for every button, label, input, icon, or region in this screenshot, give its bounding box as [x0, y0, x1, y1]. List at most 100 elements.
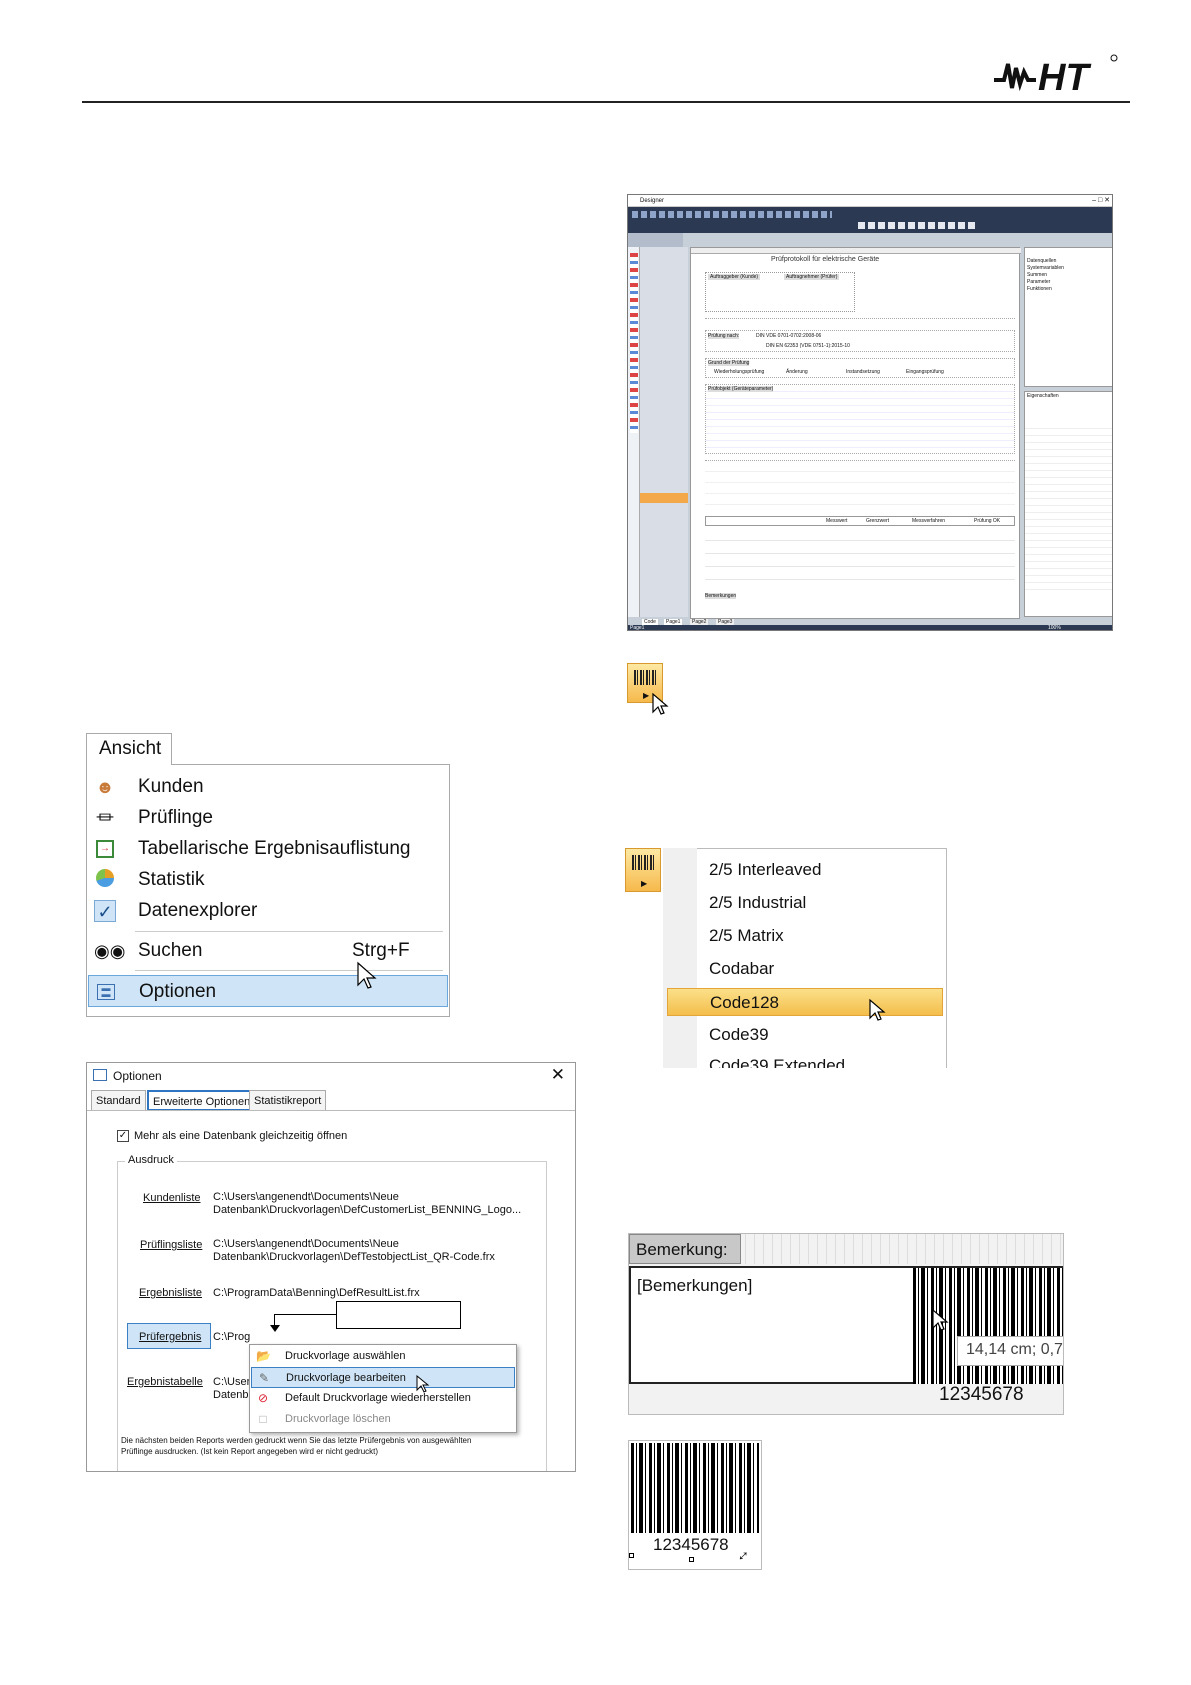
data-tree[interactable]: Datenquellen Systemvariablen Summen Para… [1027, 258, 1064, 293]
resize-handle[interactable] [689, 1557, 694, 1562]
link-ergebnistabelle[interactable]: Ergebnistabelle [127, 1376, 203, 1388]
barcode-type-menu: ▶ 2/5 Interleaved 2/5 Industrial 2/5 Mat… [625, 848, 947, 1068]
logo-text: HT [1038, 57, 1091, 99]
barcode-option[interactable]: Codabar [667, 955, 943, 983]
barcode-number: 12345678 [939, 1384, 1024, 1405]
mouse-cursor-icon [357, 961, 377, 989]
header-cell: Messverfahren [912, 518, 946, 524]
link-pruflingsliste[interactable]: Prüflingsliste [140, 1239, 202, 1251]
report-title: Prüfprotokoll für elektrische Geräte [771, 256, 880, 263]
footer-line: Die nächsten beiden Reports werden gedru… [121, 1436, 472, 1445]
header-cell: Prüfung OK [974, 518, 1001, 524]
ht-logo: HT [992, 54, 1118, 99]
ansicht-dropdown: ☻ Kunden ⏛ Prüflinge → Tabellarische Erg… [86, 764, 450, 1017]
menu-separator [135, 931, 443, 932]
bemerkungen-band: Bemerkungen [705, 593, 737, 599]
resize-handle[interactable] [629, 1553, 634, 1558]
properties-panel: Eigenschaften [1024, 391, 1112, 617]
barcode-tool-button[interactable]: ▶ [625, 848, 661, 892]
barcode-option-selected[interactable]: Code128 [667, 988, 943, 1016]
grund-label: Grund der Prüfung [708, 360, 750, 366]
link-ergebnisliste[interactable]: Ergebnisliste [139, 1287, 202, 1299]
barcode-option[interactable]: Code39 Extended [667, 1052, 943, 1068]
tab-statistikreport[interactable]: Statistikreport [249, 1090, 327, 1111]
ansicht-tab[interactable]: Ansicht [86, 733, 172, 765]
barcode-option[interactable]: Code39 [667, 1021, 943, 1049]
multi-db-checkbox[interactable]: ✓ [117, 1130, 129, 1142]
expand-arrow-icon: ▶ [641, 879, 648, 888]
designer-titlebar: Designer – □ ✕ [628, 195, 1112, 207]
tree-item[interactable]: Parameter [1027, 279, 1064, 286]
dialog-footer-note: Die nächsten beiden Reports werden gedru… [121, 1435, 471, 1457]
menu-item-suchen[interactable]: ◉◉ Suchen Strg+F [88, 935, 448, 967]
path-pruefergebnis: C:\Prog [213, 1331, 251, 1343]
tree-item[interactable]: Systemvariablen [1027, 265, 1064, 272]
path-pruflingsliste: C:\Users\angenendt\Documents\Neue Datenb… [213, 1238, 495, 1264]
menu-item-pruflinge[interactable]: ⏛ Prüflinge [88, 802, 448, 834]
bemerkung-field[interactable]: [Bemerkungen] 14,14 cm; 0,7 [629, 1266, 1063, 1384]
menu-item-kunden[interactable]: ☻ Kunden [88, 771, 448, 803]
toolbar-icons[interactable] [858, 222, 978, 229]
tree-item[interactable]: Funktionen [1027, 286, 1064, 293]
ctx-item-edit[interactable]: ✎ Druckvorlage bearbeiten [251, 1367, 515, 1388]
group-title: Ausdruck [125, 1154, 177, 1166]
plug-icon: ⏛ [96, 808, 114, 828]
path-line: Datenb [213, 1389, 249, 1401]
order-row [705, 318, 1015, 326]
menu-item-optionen[interactable]: ▬ ▬ Optionen [88, 975, 448, 1007]
band-selected[interactable] [640, 493, 688, 503]
grund-option: Wiederholungsprüfung [714, 369, 765, 375]
norm-block: Prüfung nach: DIN VDE 0701-0702:2008-06 … [705, 330, 1015, 352]
menu-item-datenexplorer[interactable]: ✓ Datenexplorer [88, 895, 448, 927]
barcode-number: 12345678 [653, 1535, 729, 1554]
barcode-object[interactable]: 12345678 ↕ [628, 1440, 762, 1570]
bemerkung-header[interactable]: Bemerkung: [629, 1234, 741, 1264]
no-entry-icon: ⊘ [257, 1391, 269, 1405]
link-pruefergebnis[interactable]: Prüfergebnis [139, 1331, 201, 1343]
party-block: Auftraggeber (Kunde) Auftragnehmer (Prüf… [705, 272, 855, 312]
properties-title: Eigenschaften [1027, 393, 1059, 399]
toolbox-icons[interactable] [630, 253, 638, 433]
barcode-graphic [631, 1443, 759, 1533]
grund-option: Eingangsprüfung [906, 369, 944, 375]
data-tree-panel: Datenquellen Systemvariablen Summen Para… [1024, 247, 1112, 387]
path-ergebnisliste: C:\ProgramData\Benning\DefResultList.frx [213, 1287, 420, 1299]
ctx-item-select[interactable]: 📂 Druckvorlage auswählen [251, 1346, 515, 1367]
callout-line [274, 1314, 336, 1315]
barcode-option[interactable]: 2/5 Industrial [667, 889, 943, 917]
path-kundenliste: C:\Users\angenendt\Documents\Neue Datenb… [213, 1191, 521, 1217]
ctx-item-restore[interactable]: ⊘ Default Druckvorlage wiederherstellen [251, 1388, 515, 1409]
designer-tab[interactable] [628, 233, 683, 247]
link-kundenliste[interactable]: Kundenliste [143, 1192, 201, 1204]
ctx-item-delete[interactable]: □ Druckvorlage löschen [251, 1409, 515, 1430]
person-icon: ☻ [95, 777, 115, 797]
close-icon[interactable]: ✕ [551, 1065, 565, 1085]
header-cell: Grenzwert [866, 518, 890, 524]
menu-item-tabellarische[interactable]: → Tabellarische Ergebnisauflistung [88, 833, 448, 865]
zoom-level[interactable]: 100% [1048, 625, 1061, 630]
barcode-option-label: Codabar [709, 959, 775, 978]
barcode-option-label: Code128 [710, 993, 780, 1012]
toolbox-strip[interactable] [628, 247, 640, 617]
tab-erweiterte-optionen[interactable]: Erweiterte Optionen [147, 1090, 257, 1111]
table-icon: → [96, 840, 114, 858]
tree-item[interactable]: Summen [1027, 272, 1064, 279]
tab-divider [87, 1110, 575, 1111]
expand-arrow-icon: ▶ [643, 691, 650, 700]
mouse-cursor-icon [652, 692, 669, 715]
report-designer-window: Designer – □ ✕ Prüfprotokoll für elektri… [627, 194, 1113, 631]
barcode-option[interactable]: 2/5 Interleaved [667, 856, 943, 884]
path-ergebnistabelle: C:\User Datenb [213, 1376, 250, 1402]
barcode-option[interactable]: 2/5 Matrix [667, 922, 943, 950]
tree-item[interactable]: Datenquellen [1027, 258, 1064, 265]
tab-standard[interactable]: Standard [91, 1090, 146, 1111]
menu-item-statistik[interactable]: Statistik [88, 864, 448, 896]
callout-box [336, 1301, 461, 1329]
measure-header: Messwert Grenzwert Messverfahren Prüfung… [705, 516, 1015, 526]
path-line: Datenbank\Druckvorlagen\DefCustomerList_… [213, 1204, 522, 1216]
band-panel [640, 247, 688, 617]
window-controls-icon[interactable]: – □ ✕ [1092, 196, 1110, 204]
properties-grid[interactable] [1025, 422, 1112, 592]
designer-title: Designer [640, 198, 665, 204]
toolbar-icons[interactable] [632, 211, 832, 218]
